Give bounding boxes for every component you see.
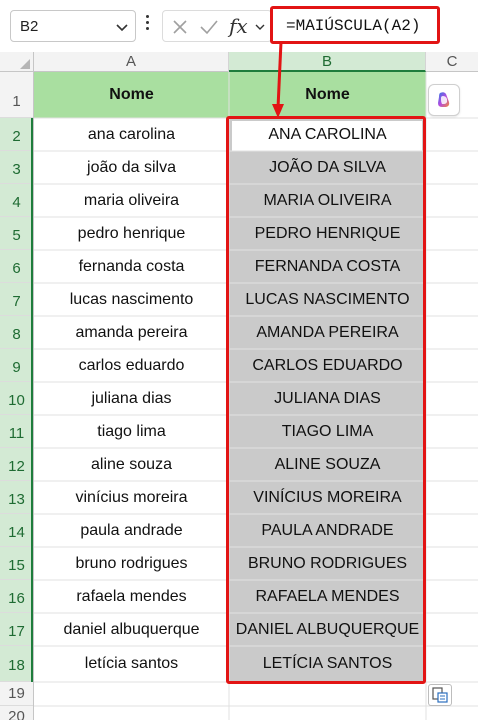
chevron-down-icon[interactable]: [255, 23, 265, 31]
name-box-value: B2: [20, 18, 39, 35]
formula-highlight-box: [270, 6, 440, 44]
annotation-arrow-icon: [272, 41, 284, 118]
row-header[interactable]: 20: [0, 706, 33, 720]
cell-a[interactable]: juliana dias: [34, 382, 229, 415]
row-header[interactable]: 11: [0, 415, 33, 448]
chevron-down-icon[interactable]: [115, 20, 129, 34]
formula-bar: B2 fx =MAIÚSCULA(A2): [0, 0, 478, 52]
row-header[interactable]: 1: [0, 72, 33, 118]
cell-a[interactable]: bruno rodrigues: [34, 547, 229, 580]
enter-icon[interactable]: [199, 18, 219, 36]
row-header[interactable]: 16: [0, 580, 33, 613]
cell-a[interactable]: joão da silva: [34, 151, 229, 184]
header-cell-a[interactable]: Nome: [34, 72, 229, 118]
row-header[interactable]: 4: [0, 184, 33, 217]
cell-a[interactable]: maria oliveira: [34, 184, 229, 217]
row-header[interactable]: 3: [0, 151, 33, 184]
cell-a[interactable]: tiago lima: [34, 415, 229, 448]
row-header[interactable]: 8: [0, 316, 33, 349]
cell-a[interactable]: lucas nascimento: [34, 283, 229, 316]
row-selection-indicator: [31, 118, 33, 682]
cell-a[interactable]: daniel albuquerque: [34, 613, 229, 646]
row-headers: 1 2 3 4 5 6 7 8 9 10 11 12 13 14 15 16 1…: [0, 72, 34, 720]
row-header[interactable]: 7: [0, 283, 33, 316]
cell-a[interactable]: pedro henrique: [34, 217, 229, 250]
column-header-b[interactable]: B: [229, 52, 426, 72]
paste-options-icon: [432, 687, 448, 703]
cell-a[interactable]: rafaela mendes: [34, 580, 229, 613]
row-header[interactable]: 10: [0, 382, 33, 415]
column-header-c[interactable]: C: [426, 52, 478, 72]
formula-controls: fx: [162, 10, 272, 42]
more-options-icon[interactable]: [146, 15, 150, 35]
row-header[interactable]: 17: [0, 613, 33, 646]
cell-a[interactable]: fernanda costa: [34, 250, 229, 283]
cell-a[interactable]: ana carolina: [34, 118, 229, 151]
row-header[interactable]: 13: [0, 481, 33, 514]
row-header[interactable]: 2: [0, 118, 33, 151]
insert-function-button[interactable]: fx: [229, 14, 248, 38]
copilot-button[interactable]: [428, 84, 460, 116]
header-cell-b[interactable]: Nome: [229, 72, 426, 118]
cell-a[interactable]: aline souza: [34, 448, 229, 481]
row-header[interactable]: 14: [0, 514, 33, 547]
column-header-a[interactable]: A: [34, 52, 229, 72]
paste-options-button[interactable]: [428, 684, 452, 706]
select-all-button[interactable]: [0, 52, 34, 72]
row-header[interactable]: 9: [0, 349, 33, 382]
cancel-icon[interactable]: [171, 18, 189, 36]
copilot-icon: [438, 92, 450, 107]
row-header[interactable]: 6: [0, 250, 33, 283]
row-header[interactable]: 18: [0, 646, 33, 682]
cell-a[interactable]: carlos eduardo: [34, 349, 229, 382]
column-headers: A B C: [0, 52, 478, 72]
cell-a[interactable]: paula andrade: [34, 514, 229, 547]
name-box[interactable]: B2: [10, 10, 136, 42]
range-highlight-box: [226, 116, 426, 684]
cell-a[interactable]: vinícius moreira: [34, 481, 229, 514]
row-header[interactable]: 15: [0, 547, 33, 580]
row-header[interactable]: 19: [0, 682, 33, 706]
row-header[interactable]: 12: [0, 448, 33, 481]
cell-a[interactable]: letícia santos: [34, 646, 229, 682]
row-header[interactable]: 5: [0, 217, 33, 250]
cell-a[interactable]: amanda pereira: [34, 316, 229, 349]
